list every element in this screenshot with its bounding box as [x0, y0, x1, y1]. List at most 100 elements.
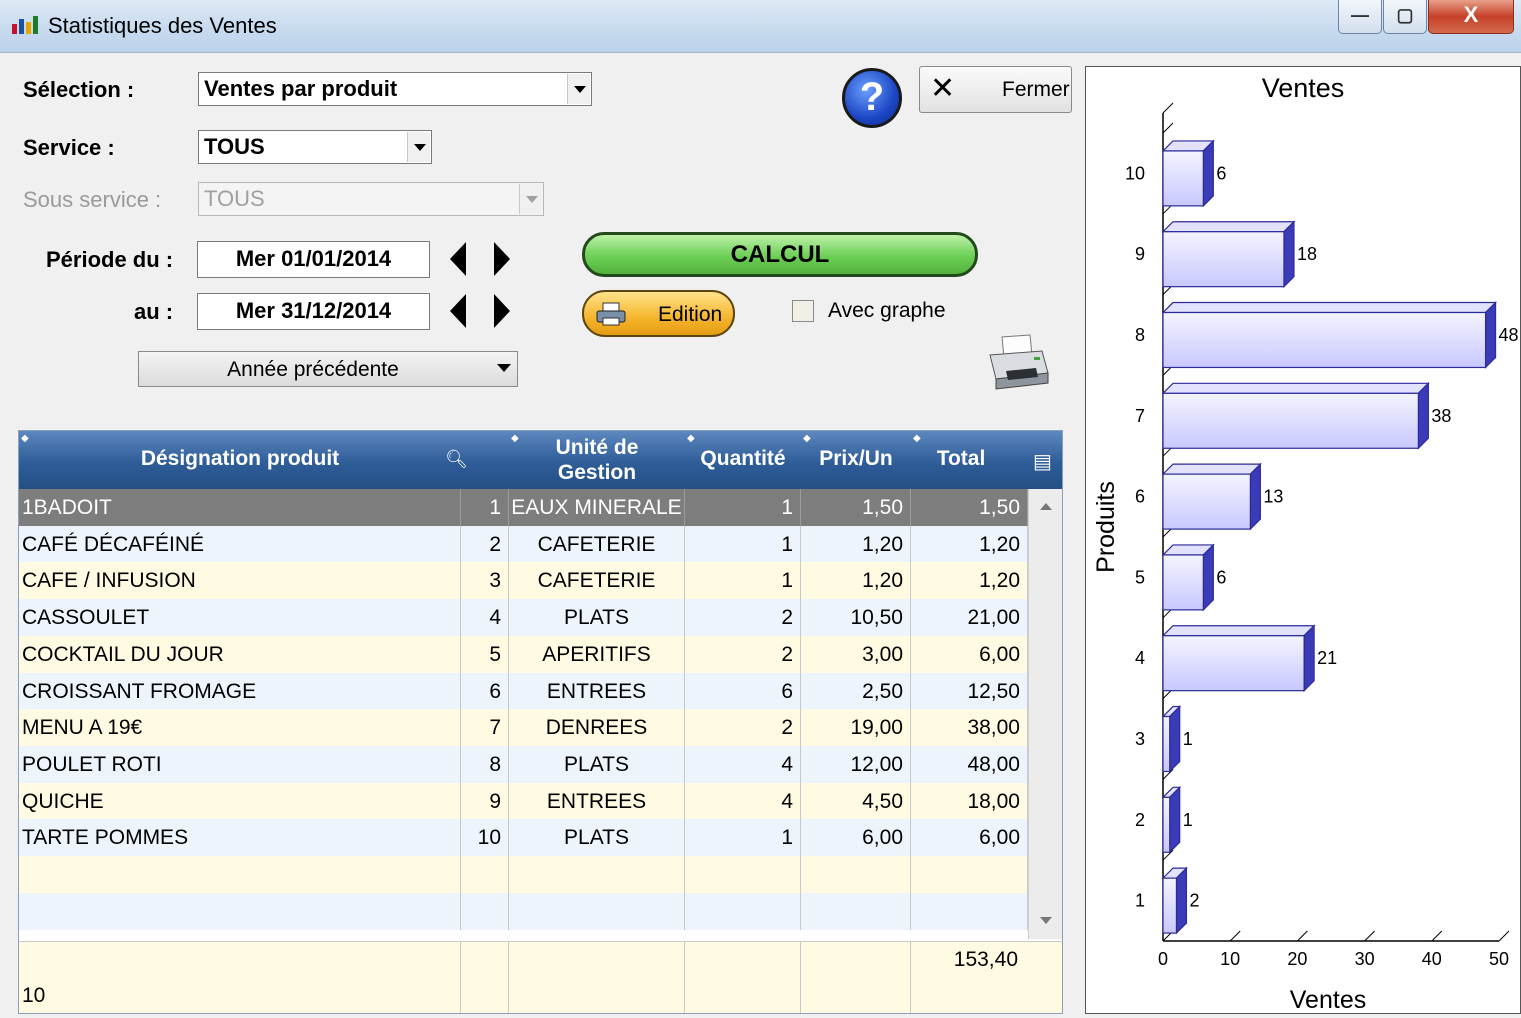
table-row[interactable]: QUICHE 9 ENTREES 4 4,50 18,00 — [19, 782, 1028, 820]
cell-unite: PLATS — [509, 599, 685, 637]
cell-total: 1,50 — [911, 489, 1028, 526]
col-header-unite[interactable]: Unité de Gestion — [509, 431, 685, 489]
bar — [1162, 311, 1487, 369]
scroll-down-icon[interactable] — [1040, 917, 1052, 924]
table-row[interactable]: CASSOULET 4 PLATS 2 10,50 21,00 — [19, 599, 1028, 637]
date-from-next-icon[interactable] — [494, 242, 510, 276]
bar — [1162, 473, 1251, 530]
cell-qty: 6 — [685, 672, 801, 710]
y-tick-label: 8 — [1135, 325, 1145, 345]
fermer-button[interactable]: ✕ Fermer — [919, 66, 1072, 113]
y-tick-label: 7 — [1135, 406, 1145, 426]
vertical-scrollbar[interactable] — [1028, 489, 1062, 939]
app-icon — [12, 16, 38, 34]
date-from-prev-icon[interactable] — [450, 242, 466, 276]
col-header-prix[interactable]: Prix/Un — [801, 431, 911, 489]
date-to-value: Mer 31/12/2014 — [235, 298, 392, 323]
title-bar[interactable]: Statistiques des Ventes — ▢ X — [0, 0, 1521, 53]
close-icon: X — [1463, 2, 1479, 27]
x-tick-mark — [1297, 930, 1308, 942]
cell-total — [911, 892, 1028, 930]
table-row[interactable]: POULET ROTI 8 PLATS 4 12,00 48,00 — [19, 745, 1028, 783]
bar-side — [1417, 381, 1429, 450]
edition-button[interactable]: Edition — [582, 290, 735, 337]
chevron-down-icon[interactable] — [497, 364, 511, 372]
calcul-button[interactable]: CALCUL — [582, 232, 978, 277]
avec-graphe-checkbox[interactable] — [792, 300, 814, 322]
cell-qty — [685, 856, 801, 893]
service-dropdown[interactable]: TOUS — [198, 130, 432, 164]
cell-prix — [801, 856, 911, 893]
sales-chart: Ventes Ventes Produits 0 10 20 30 40 50 2 1 1 2 1 3… — [1085, 66, 1521, 1014]
col-header-designation[interactable]: Désignation produit — [19, 431, 461, 489]
bar — [1162, 554, 1204, 611]
cell-prix: 1,20 — [801, 562, 911, 600]
periode-label: Période du : — [46, 247, 174, 272]
sort-icon[interactable]: ◆ — [511, 433, 519, 444]
bar — [1162, 877, 1178, 934]
window-title: Statistiques des Ventes — [48, 13, 277, 38]
date-from-field[interactable]: Mer 01/01/2014 — [197, 241, 430, 278]
chevron-down-icon — [519, 184, 542, 214]
chevron-down-icon[interactable] — [407, 132, 430, 162]
period-preset-dropdown[interactable]: Année précédente — [138, 351, 518, 387]
cell-total: 1,20 — [911, 562, 1028, 600]
cell-total: 38,00 — [911, 709, 1028, 747]
sort-icon[interactable]: ◆ — [913, 433, 921, 444]
printer-icon — [596, 302, 626, 326]
table-row[interactable]: COCKTAIL DU JOUR 5 APERITIFS 2 3,00 6,00 — [19, 635, 1028, 673]
cell-name: TARTE POMMES — [19, 819, 461, 857]
col-header-quantite[interactable]: Quantité — [685, 431, 801, 489]
table-row[interactable]: CAFE / INFUSION 3 CAFETERIE 1 1,20 1,20 — [19, 562, 1028, 600]
printer-icon[interactable] — [986, 333, 1050, 391]
cell-prix: 4,50 — [801, 782, 911, 820]
sort-icon[interactable]: ◆ — [687, 433, 695, 444]
window-close-button[interactable]: X — [1428, 0, 1514, 34]
help-button[interactable]: ? — [842, 68, 902, 128]
cell-num: 6 — [461, 672, 509, 710]
column-chooser-icon[interactable]: ▤ — [1033, 449, 1052, 474]
search-icon[interactable]: 🔍︎ — [445, 449, 468, 470]
cell-name: 1BADOIT — [19, 489, 461, 526]
x-tick-label: 40 — [1422, 949, 1442, 969]
y-tick-mark — [1162, 122, 1174, 134]
cell-name: POULET ROTI — [19, 745, 461, 783]
table-row[interactable]: CAFÉ DÉCAFÉINÉ 2 CAFETERIE 1 1,20 1,20 — [19, 525, 1028, 563]
edition-label: Edition — [658, 303, 723, 326]
calcul-label: CALCUL — [730, 241, 830, 268]
cell-name: MENU A 19€ — [19, 709, 461, 747]
date-to-field[interactable]: Mer 31/12/2014 — [197, 293, 430, 330]
date-to-next-icon[interactable] — [494, 294, 510, 328]
selection-dropdown[interactable]: Ventes par produit — [198, 72, 592, 106]
col-header-total[interactable]: Total — [911, 431, 1011, 489]
cell-name: CASSOULET — [19, 599, 461, 637]
minimize-button[interactable]: — — [1338, 0, 1382, 34]
x-tick-mark — [1431, 930, 1443, 942]
table-row[interactable]: TARTE POMMES 10 PLATS 1 6,00 6,00 — [19, 819, 1028, 857]
cell-name: COCKTAIL DU JOUR — [19, 635, 461, 673]
table-row[interactable] — [19, 892, 1028, 930]
x-axis-label: Ventes — [1290, 986, 1366, 1013]
x-tick-label: 20 — [1287, 949, 1307, 969]
cell-unite — [509, 892, 685, 930]
cell-total — [911, 856, 1028, 893]
sort-icon[interactable]: ◆ — [21, 433, 29, 444]
bar-top — [1161, 221, 1296, 233]
table-row[interactable] — [19, 856, 1028, 893]
maximize-button[interactable]: ▢ — [1383, 0, 1427, 34]
x-tick-label: 50 — [1489, 949, 1509, 969]
chevron-down-icon[interactable] — [567, 74, 590, 104]
table-row[interactable]: 1BADOIT 1 EAUX MINERALE 1 1,50 1,50 — [19, 489, 1028, 526]
bar-side — [1169, 785, 1181, 854]
bar-top — [1161, 625, 1316, 637]
x-tick-mark — [1498, 930, 1510, 942]
sort-icon[interactable]: ◆ — [803, 433, 811, 444]
sales-table[interactable]: Désignation produit 🔍︎ Unité de Gestion Q… — [18, 430, 1063, 1014]
scroll-up-icon[interactable] — [1040, 503, 1052, 510]
table-row[interactable]: CROISSANT FROMAGE 6 ENTREES 6 2,50 12,50 — [19, 672, 1028, 710]
bar-side — [1303, 624, 1315, 693]
table-row[interactable]: MENU A 19€ 7 DENREES 2 19,00 38,00 — [19, 709, 1028, 747]
date-to-prev-icon[interactable] — [450, 294, 466, 328]
cell-name — [19, 892, 461, 930]
bar — [1162, 635, 1305, 692]
